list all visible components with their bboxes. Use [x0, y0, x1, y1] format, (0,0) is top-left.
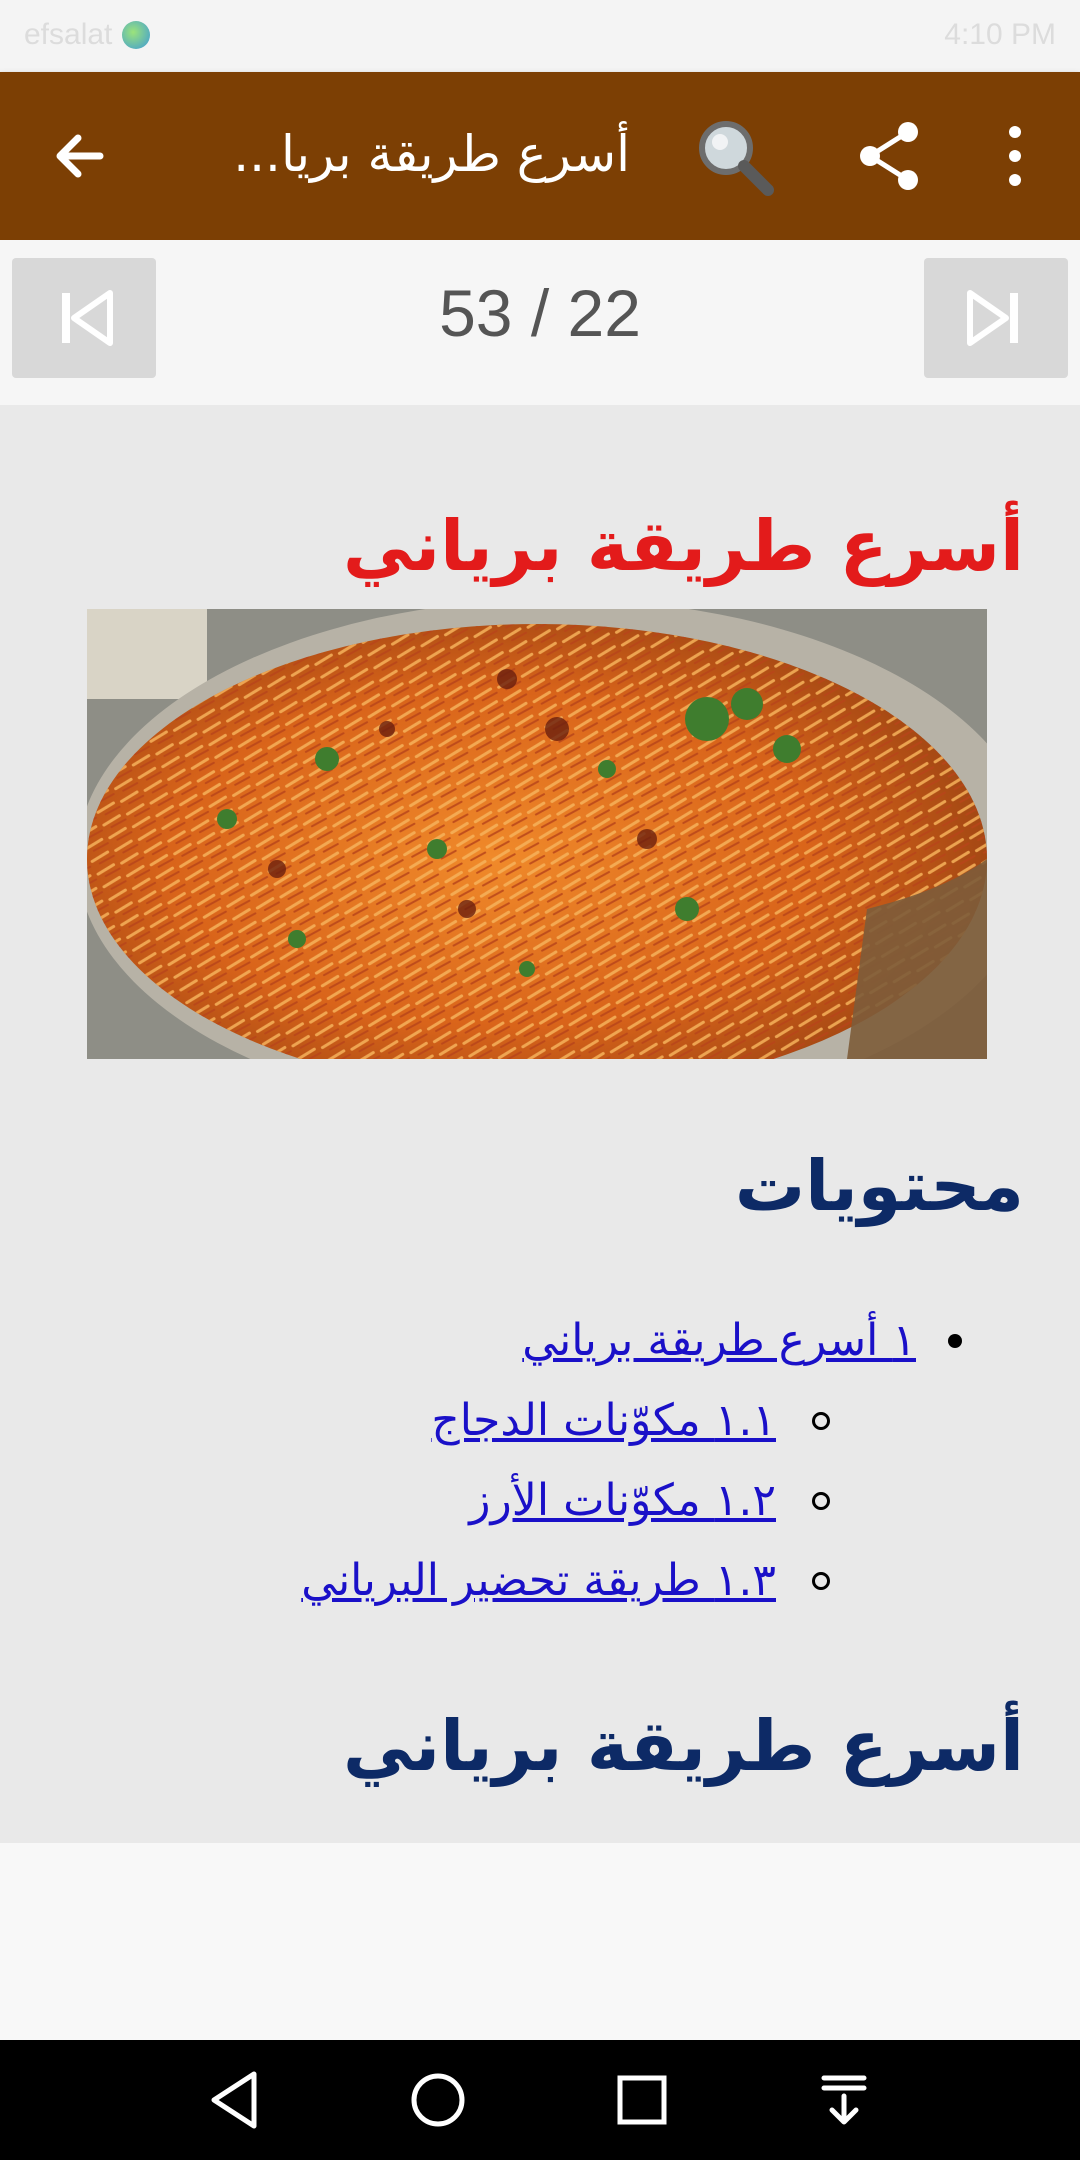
- skip-previous-icon: [62, 290, 113, 346]
- bullet-circle-icon: [812, 1491, 830, 1510]
- search-icon[interactable]: [690, 112, 780, 202]
- toolbar-title: أسرع طريقة بريا...: [233, 125, 630, 183]
- toc-link-1-2[interactable]: ١.٢ مكوّنات الأرز: [469, 1475, 776, 1526]
- toc-item: ١.١ مكوّنات الدجاج: [431, 1395, 830, 1446]
- globe-icon: [122, 21, 151, 49]
- toc-heading: محتويات: [734, 1145, 1024, 1227]
- article-title: أسرع طريقة برياني: [342, 505, 1024, 587]
- toc-item: ١.٣ طريقة تحضير البرياني: [301, 1555, 830, 1606]
- page-bottom-area: [0, 1843, 1080, 2040]
- nav-recents-icon[interactable]: [602, 2060, 682, 2140]
- status-left: efsalat: [24, 18, 151, 52]
- section-heading: أسرع طريقة برياني: [342, 1705, 1024, 1787]
- table-of-contents: ١ أسرع طريقة برياني ١.١ مكوّنات الدجاج ١…: [0, 1315, 1080, 1635]
- system-navigation-bar: [0, 2040, 1080, 2160]
- next-page-button[interactable]: [924, 258, 1068, 378]
- status-app-label: efsalat: [24, 18, 113, 51]
- page-counter: 53 / 22: [439, 276, 641, 350]
- toc-link-1-3[interactable]: ١.٣ طريقة تحضير البرياني: [301, 1555, 776, 1606]
- article-content: أسرع طريقة برياني محتويات ١ أسرع طريقة ب…: [0, 405, 1080, 1843]
- toc-item: ١ أسرع طريقة برياني: [522, 1315, 962, 1366]
- nav-notifications-icon[interactable]: [804, 2060, 884, 2140]
- status-time: 4:10 PM: [944, 18, 1056, 51]
- app-toolbar: أسرع طريقة بريا...: [0, 72, 1080, 240]
- skip-next-icon: [967, 290, 1018, 346]
- page-navigator: 53 / 22: [0, 240, 1080, 405]
- back-arrow-icon[interactable]: [44, 116, 124, 196]
- biryani-image: [77, 599, 1037, 1119]
- nav-back-icon[interactable]: [196, 2060, 276, 2140]
- bullet-disc-icon: [948, 1333, 962, 1348]
- more-vert-icon[interactable]: [990, 116, 1040, 196]
- toc-link-1[interactable]: ١ أسرع طريقة برياني: [522, 1315, 916, 1366]
- share-icon[interactable]: [850, 116, 930, 196]
- nav-home-icon[interactable]: [398, 2060, 478, 2140]
- toc-link-1-1[interactable]: ١.١ مكوّنات الدجاج: [431, 1395, 776, 1446]
- bullet-circle-icon: [812, 1571, 830, 1590]
- toc-item: ١.٢ مكوّنات الأرز: [469, 1475, 830, 1526]
- bullet-circle-icon: [812, 1411, 830, 1430]
- previous-page-button[interactable]: [12, 258, 156, 378]
- status-bar: efsalat 4:10 PM: [0, 0, 1080, 72]
